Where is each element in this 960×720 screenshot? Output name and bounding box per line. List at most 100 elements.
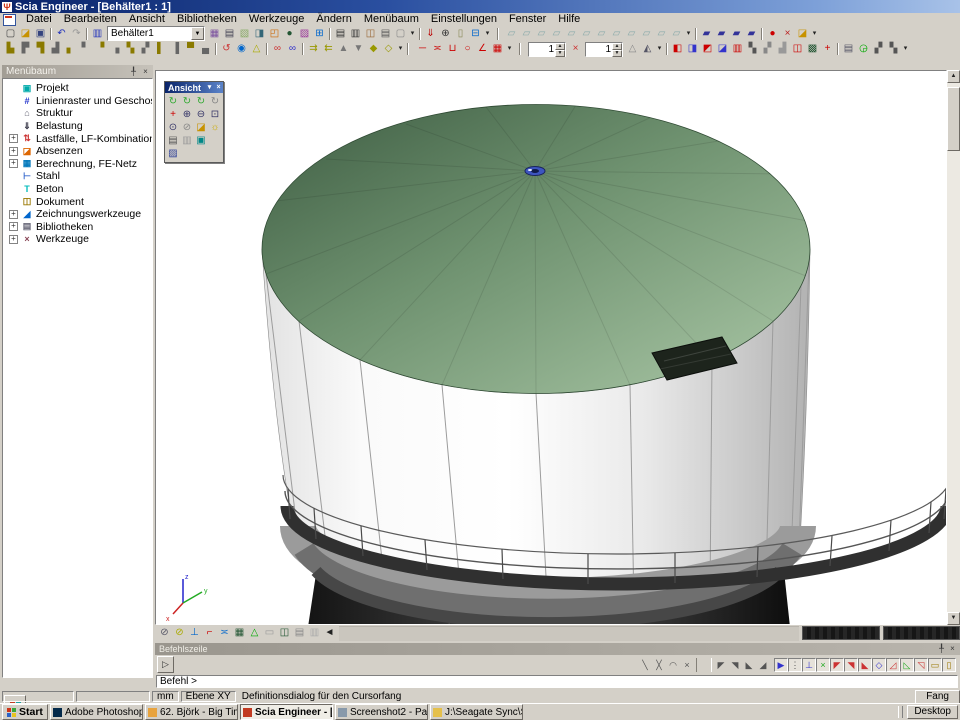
view-window-icon[interactable]: ▱: [654, 27, 669, 41]
endpoint-snap-icon[interactable]: ◤: [830, 658, 844, 672]
scroll-thumb[interactable]: [947, 87, 960, 151]
snap-cross-icon[interactable]: ╳: [652, 658, 666, 672]
vertical-scrollbar[interactable]: ▲ ▼: [947, 70, 960, 625]
redo-icon[interactable]: ↷: [69, 27, 84, 41]
print-view-icon[interactable]: ▤: [166, 134, 180, 147]
expand-box-icon[interactable]: +: [9, 134, 18, 143]
hatch-icon[interactable]: ▦: [490, 42, 505, 56]
taskbar-button[interactable]: Screenshot2 - Paint: [335, 704, 428, 720]
combo-dropdown-icon[interactable]: ▼: [191, 27, 204, 40]
toolbar-overflow[interactable]: ▾: [408, 27, 417, 41]
snap-line-icon[interactable]: ╲: [638, 658, 652, 672]
pair-select-icon[interactable]: ∞: [285, 42, 300, 56]
filter-icon[interactable]: △: [625, 42, 640, 56]
view-window-icon[interactable]: ▱: [564, 27, 579, 41]
deform-icon[interactable]: ◫: [790, 42, 805, 56]
rotate-view-icon[interactable]: ↻: [180, 95, 194, 108]
close-icon[interactable]: ×: [214, 83, 223, 93]
ansicht-toolbar[interactable]: Ansicht ▾ × ↻↻↻↻+⊕⊖⊡⊙⊘◪☼▤▥▣▨: [164, 81, 224, 163]
factor-spinner[interactable]: 1 ▲▼: [585, 42, 623, 57]
close-icon[interactable]: ×: [947, 644, 958, 654]
taskbar-button[interactable]: J:\Seagate Sync\SyncRe...: [430, 704, 523, 720]
start-button[interactable]: Start: [2, 704, 48, 720]
scale-spinner[interactable]: 1 ▲▼: [528, 42, 566, 57]
pair-select-icon[interactable]: ∞: [270, 42, 285, 56]
mdi-window-icon[interactable]: ▰: [699, 27, 714, 41]
axis-icon[interactable]: ⌐: [202, 626, 217, 640]
tree-item[interactable]: + ⇅ Lastfälle, LF-Kombinationen: [3, 132, 152, 145]
view-window-icon[interactable]: ▱: [504, 27, 519, 41]
printer-icon[interactable]: ▤: [222, 27, 237, 41]
center-snap-icon[interactable]: ◹: [914, 658, 928, 672]
preview-icon[interactable]: ▚: [886, 42, 901, 56]
view-window-icon[interactable]: ▱: [534, 27, 549, 41]
member-check-icon[interactable]: ◧: [670, 42, 685, 56]
print-data-icon[interactable]: ▧: [237, 27, 252, 41]
mesh-icon[interactable]: ▚: [745, 42, 760, 56]
mdi-child-icon[interactable]: [3, 14, 16, 26]
clipboard-icon[interactable]: ◨: [252, 27, 267, 41]
mass-icon[interactable]: ▥: [730, 42, 745, 56]
toolbar-overflow[interactable]: ▾: [810, 27, 819, 41]
copy-icon[interactable]: ⇇: [321, 42, 336, 56]
reaction-icon[interactable]: +: [820, 42, 835, 56]
circle-icon[interactable]: ○: [460, 42, 475, 56]
expand-box-icon[interactable]: +: [9, 235, 18, 244]
snap-settings-button[interactable]: Fang: [915, 690, 960, 704]
expand-box-icon[interactable]: +: [9, 210, 18, 219]
clipping-box-control[interactable]: [802, 626, 880, 640]
toolbar-overflow[interactable]: ▾: [901, 42, 910, 56]
quad-snap-icon[interactable]: ◺: [900, 658, 914, 672]
undo-icon[interactable]: ↶: [54, 27, 69, 41]
snap-corner-icon[interactable]: ◣: [742, 658, 756, 672]
member-tool-icon[interactable]: ▛: [18, 42, 33, 56]
hinge-icon[interactable]: ◩: [700, 42, 715, 56]
polyline-icon[interactable]: ⊔: [445, 42, 460, 56]
snap-corner-icon[interactable]: ◤: [714, 658, 728, 672]
menu-item[interactable]: Einstellungen: [425, 13, 503, 26]
zoom-selection-icon[interactable]: ⊘: [180, 121, 194, 134]
command-input[interactable]: Befehl >: [156, 675, 958, 688]
grid-snap-icon[interactable]: ⋮: [788, 658, 802, 672]
mdi-window-icon[interactable]: ▰: [714, 27, 729, 41]
rotate-icon[interactable]: ◆: [366, 42, 381, 56]
tree-item[interactable]: + ▣ Projekt: [3, 82, 152, 95]
taskbar-button[interactable]: 62. Björk - Big Time Sens...: [145, 704, 238, 720]
zoom-all-icon[interactable]: ⊙: [166, 121, 180, 134]
point-snap-icon[interactable]: ▯: [942, 658, 956, 672]
member-tool-icon[interactable]: ▝: [93, 42, 108, 56]
save-icon[interactable]: ▣: [33, 27, 48, 41]
zoom-tool-icon[interactable]: ⊕: [438, 27, 453, 41]
clip-icon[interactable]: ⊘: [172, 626, 187, 640]
open-view-icon[interactable]: ◪: [194, 121, 208, 134]
perp-snap-icon[interactable]: ◿: [886, 658, 900, 672]
zoom-window-icon[interactable]: ⊡: [208, 108, 222, 121]
tree-item[interactable]: + ⊢ Stahl: [3, 170, 152, 183]
page-view-icon[interactable]: ▥: [307, 626, 322, 640]
gallery-icon[interactable]: ◰: [267, 27, 282, 41]
scroll-left-icon[interactable]: ◄: [322, 626, 337, 640]
snap-arc-icon[interactable]: ◠: [666, 658, 680, 672]
view-window-icon[interactable]: ▱: [519, 27, 534, 41]
print-preview-icon[interactable]: ▤: [333, 27, 348, 41]
node-tool-icon[interactable]: ◉: [234, 42, 249, 56]
menu-item[interactable]: Hilfe: [552, 13, 586, 26]
mesh-view-icon[interactable]: ▦: [232, 626, 247, 640]
play-icon[interactable]: ◶: [856, 42, 871, 56]
view-window-icon[interactable]: ▱: [639, 27, 654, 41]
tree-item[interactable]: + ◫ Dokument: [3, 195, 152, 208]
record-icon[interactable]: ●: [765, 27, 780, 41]
dimension-icon[interactable]: ≍: [430, 42, 445, 56]
member-tool-icon[interactable]: ▜: [33, 42, 48, 56]
status-plane[interactable]: Ebene XY: [181, 691, 236, 702]
pin-icon[interactable]: ╀: [128, 67, 139, 77]
globe-icon[interactable]: ●: [282, 27, 297, 41]
light-icon[interactable]: ☼: [208, 121, 222, 134]
print-doc-icon[interactable]: ▤: [378, 27, 393, 41]
expand-box-icon[interactable]: +: [9, 159, 18, 168]
command-line-caption[interactable]: Befehlszeile ╀ ×: [155, 643, 960, 655]
expand-box-icon[interactable]: +: [9, 147, 18, 156]
page-view-icon[interactable]: ▤: [292, 626, 307, 640]
menu-item[interactable]: Menübaum: [358, 13, 425, 26]
surface-tool-icon[interactable]: △: [249, 42, 264, 56]
